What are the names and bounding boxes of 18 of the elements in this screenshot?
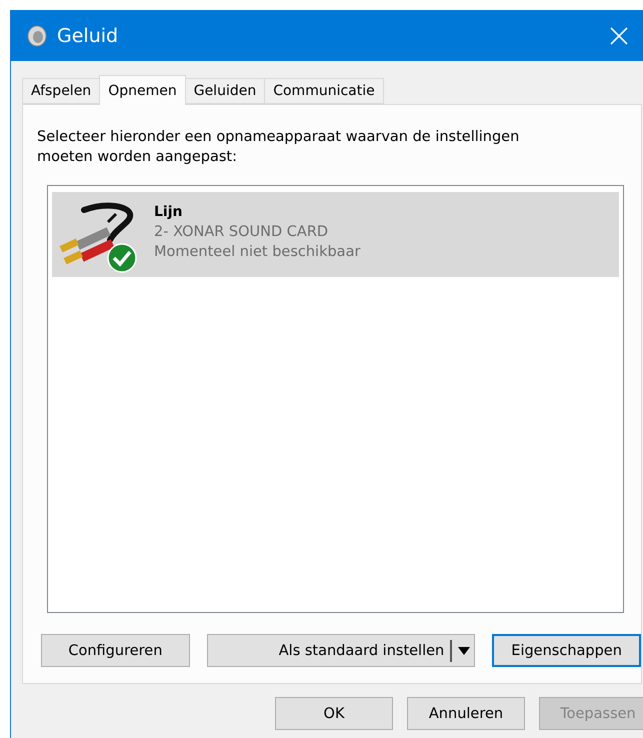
tab[interactable]: Afspelen <box>22 78 100 104</box>
tab[interactable]: Opnemen <box>99 75 186 105</box>
window-title: Geluid <box>57 24 120 46</box>
tab[interactable]: Geluiden <box>184 78 266 104</box>
action-button[interactable]: Configureren <box>41 634 190 667</box>
close-icon <box>609 26 629 46</box>
action-button[interactable]: Eigenschappen <box>492 634 641 667</box>
device-driver: 2- XONAR SOUND CARD <box>154 222 330 242</box>
device-name: Lijn <box>154 202 184 222</box>
dialog-button[interactable]: OK <box>275 697 393 730</box>
speaker-icon <box>27 24 47 46</box>
instruction-text: Selecteer hieronder een opnameapparaat waarvan de instellingen moeten worden aangepast: <box>37 128 520 167</box>
split-button[interactable]: Als standaard instellen <box>206 634 476 667</box>
dialog-button[interactable]: Annuleren <box>407 697 525 730</box>
tab[interactable]: Communicatie <box>264 78 384 104</box>
device-item[interactable]: Lijn 2- XONAR SOUND CARD Momenteel niet beschikbaar <box>52 192 619 277</box>
device-status: Momenteel niet beschikbaar <box>154 242 360 262</box>
caret-icon <box>458 646 470 654</box>
